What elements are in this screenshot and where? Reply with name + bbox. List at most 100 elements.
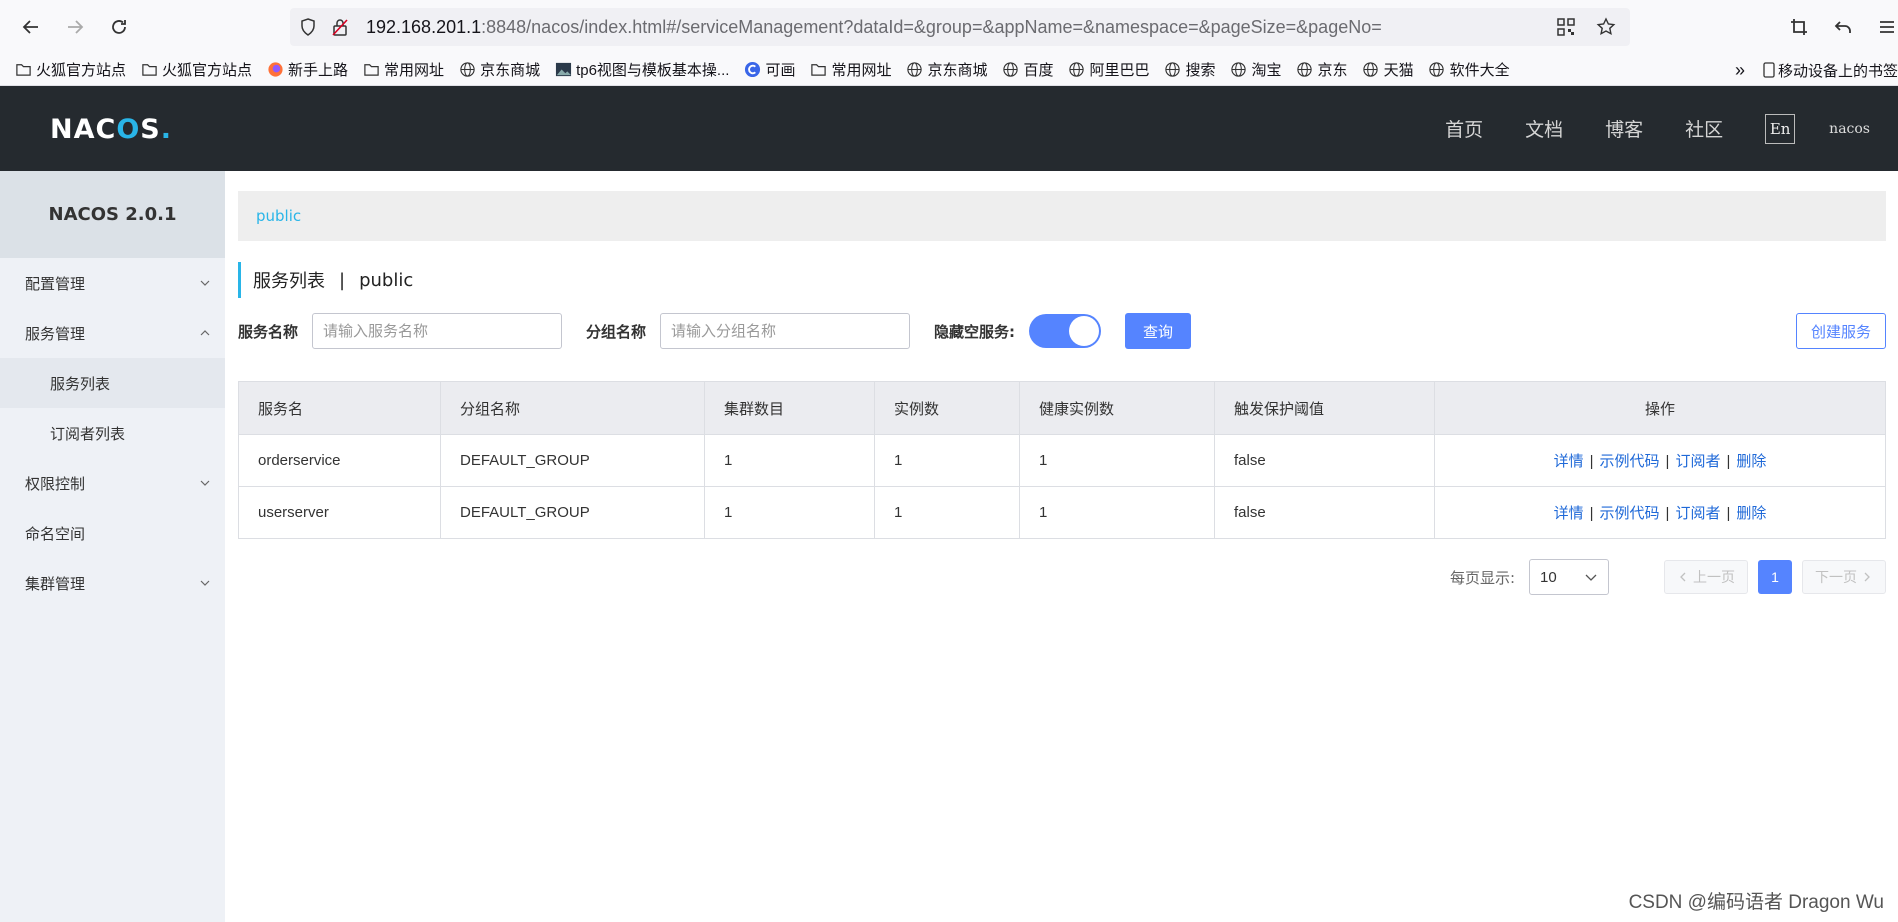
- menu-hamburger-icon[interactable]: [1876, 16, 1898, 38]
- mobile-bookmarks[interactable]: 移动设备上的书签: [1763, 60, 1898, 81]
- forward-arrow-icon[interactable]: [64, 16, 86, 38]
- globe-icon: [1001, 61, 1019, 79]
- hide-empty-toggle[interactable]: [1029, 314, 1102, 348]
- folder-icon: [362, 61, 380, 79]
- next-page-button[interactable]: 下一页: [1802, 560, 1886, 594]
- sample-code-link[interactable]: 示例代码: [1600, 504, 1660, 522]
- bookmark-label: 阿里巴巴: [1089, 62, 1150, 79]
- bookmark-item[interactable]: 阿里巴巴: [1068, 59, 1150, 80]
- nav-docs[interactable]: 文档: [1525, 115, 1563, 142]
- globe-icon: [1362, 61, 1380, 79]
- sidebar-item-label: 命名空间: [25, 524, 86, 543]
- globe-icon: [1068, 61, 1086, 79]
- delete-link[interactable]: 删除: [1736, 452, 1766, 470]
- shield-icon[interactable]: [298, 17, 318, 37]
- page-number-current[interactable]: 1: [1758, 560, 1792, 594]
- bookmark-item[interactable]: 软件大全: [1428, 59, 1510, 80]
- nav-home[interactable]: 首页: [1445, 115, 1483, 142]
- bookmark-item[interactable]: 京东商城: [905, 59, 987, 80]
- cell-cluster-count: 1: [704, 434, 875, 487]
- nav-blog[interactable]: 博客: [1605, 115, 1643, 142]
- sidebar-item-service[interactable]: 服务管理: [0, 308, 225, 358]
- col-service-name: 服务名: [238, 381, 441, 435]
- service-name-input[interactable]: [312, 313, 563, 349]
- cell-operations: 详情 | 示例代码 | 订阅者 | 删除: [1434, 486, 1886, 539]
- table-row: orderservice DEFAULT_GROUP 1 1 1 false 详…: [238, 434, 1886, 487]
- namespace-bar: public: [238, 191, 1886, 241]
- back-arrow-icon[interactable]: [20, 16, 42, 38]
- chevron-right-icon: [1864, 572, 1870, 582]
- bookmark-item[interactable]: 京东: [1296, 59, 1348, 80]
- qr-code-icon[interactable]: [1556, 17, 1576, 37]
- bookmark-item[interactable]: 常用网址: [362, 59, 444, 80]
- bookmark-item[interactable]: 新手上路: [266, 59, 348, 80]
- subscriber-link[interactable]: 订阅者: [1675, 504, 1720, 522]
- bookmark-item[interactable]: 火狐官方站点: [14, 59, 126, 80]
- sidebar-title: NACOS 2.0.1: [0, 171, 225, 258]
- undo-icon[interactable]: [1832, 16, 1854, 38]
- url-host: 192.168.201.1: [366, 16, 482, 37]
- globe-icon: [1164, 61, 1182, 79]
- op-separator: |: [1589, 453, 1594, 470]
- cell-healthy-count: 1: [1019, 434, 1215, 487]
- namespace-tab-public[interactable]: public: [256, 207, 301, 225]
- detail-link[interactable]: 详情: [1554, 504, 1584, 522]
- user-name[interactable]: nacos: [1829, 121, 1870, 137]
- language-switch-button[interactable]: En: [1765, 113, 1796, 144]
- bookmark-label: 京东商城: [927, 62, 988, 79]
- col-protect-threshold: 触发保护阈值: [1214, 381, 1435, 435]
- nacos-logo[interactable]: NACOS.: [50, 114, 172, 145]
- sample-code-link[interactable]: 示例代码: [1600, 452, 1660, 470]
- page-title-namespace: public: [359, 269, 414, 291]
- op-separator: |: [1726, 505, 1731, 522]
- bookmark-label: 淘宝: [1251, 62, 1282, 79]
- logo-text-dot: .: [160, 114, 172, 145]
- bookmark-star-icon[interactable]: [1596, 17, 1616, 37]
- per-page-select[interactable]: 10: [1529, 559, 1609, 595]
- query-button[interactable]: 查询: [1125, 313, 1192, 349]
- sidebar-item-service-list[interactable]: 服务列表: [0, 358, 225, 408]
- detail-link[interactable]: 详情: [1554, 452, 1584, 470]
- globe-icon: [1296, 61, 1314, 79]
- bookmark-label: tp6视图与模板基本操...: [576, 62, 730, 79]
- address-bar[interactable]: 192.168.201.1:8848/nacos/index.html#/ser…: [290, 8, 1630, 46]
- bookmark-item[interactable]: 淘宝: [1230, 59, 1282, 80]
- group-name-input[interactable]: [660, 313, 911, 349]
- bookmarks-overflow-icon[interactable]: »: [1735, 60, 1745, 81]
- bookmark-item[interactable]: 百度: [1001, 59, 1054, 80]
- bookmark-item[interactable]: 火狐官方站点: [140, 59, 252, 80]
- col-instance-count: 实例数: [874, 381, 1020, 435]
- sidebar-item-cluster[interactable]: 集群管理: [0, 558, 225, 608]
- sidebar-item-namespace[interactable]: 命名空间: [0, 508, 225, 558]
- bookmark-label: 常用网址: [384, 62, 445, 79]
- bookmark-item[interactable]: 天猫: [1362, 59, 1414, 80]
- chevron-down-icon: [200, 480, 210, 486]
- bookmark-item[interactable]: 京东商城: [458, 59, 540, 80]
- sidebar-item-auth[interactable]: 权限控制: [0, 458, 225, 508]
- reload-icon[interactable]: [108, 16, 130, 38]
- logo-text-s: S: [140, 114, 161, 145]
- prev-page-button[interactable]: 上一页: [1664, 560, 1748, 594]
- bookmark-label: 百度: [1023, 62, 1054, 79]
- delete-link[interactable]: 删除: [1736, 504, 1766, 522]
- insecure-lock-icon[interactable]: [330, 17, 350, 37]
- bookmark-label: 京东商城: [480, 62, 541, 79]
- globe-icon: [458, 61, 476, 79]
- sidebar-item-subscriber-list[interactable]: 订阅者列表: [0, 408, 225, 458]
- globe-icon: [905, 61, 923, 79]
- c-logo-icon: [743, 61, 761, 79]
- screenshot-crop-icon[interactable]: [1788, 16, 1810, 38]
- subscriber-link[interactable]: 订阅者: [1675, 452, 1720, 470]
- mobile-bookmarks-label: 移动设备上的书签: [1777, 62, 1898, 80]
- bookmark-item[interactable]: 可画: [743, 59, 795, 80]
- sidebar-item-config[interactable]: 配置管理: [0, 258, 225, 308]
- bookmark-item[interactable]: 搜索: [1164, 59, 1216, 80]
- cell-cluster-count: 1: [704, 486, 875, 539]
- create-service-button[interactable]: 创建服务: [1795, 313, 1886, 349]
- bookmark-item[interactable]: tp6视图与模板基本操...: [554, 59, 729, 80]
- nav-community[interactable]: 社区: [1685, 115, 1723, 142]
- cell-instance-count: 1: [874, 486, 1020, 539]
- prev-page-label: 上一页: [1693, 570, 1735, 586]
- globe-icon: [1428, 61, 1446, 79]
- bookmark-item[interactable]: 常用网址: [809, 59, 891, 80]
